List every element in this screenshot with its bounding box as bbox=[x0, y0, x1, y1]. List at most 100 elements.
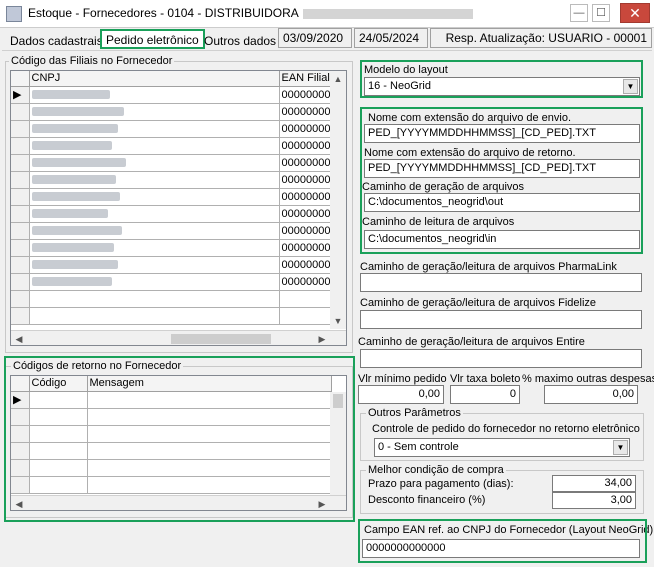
envio-field[interactable]: PED_[YYYYMMDDHHMMSS]_[CD_PED].TXT bbox=[364, 124, 640, 143]
column-header-mensagem[interactable]: Mensagem bbox=[87, 376, 332, 392]
table-row[interactable] bbox=[11, 442, 332, 460]
empty-cell[interactable] bbox=[11, 290, 30, 308]
row-header[interactable] bbox=[11, 205, 30, 223]
cnpj-cell[interactable] bbox=[29, 222, 280, 240]
row-header[interactable] bbox=[11, 459, 30, 477]
close-button[interactable]: ✕ bbox=[620, 3, 650, 23]
scroll-right-icon[interactable]: ▶ bbox=[314, 496, 330, 510]
table-row[interactable]: 000000000 bbox=[11, 205, 340, 223]
table-row[interactable]: ▶ 000000000 bbox=[11, 86, 340, 104]
desconto-field[interactable]: 3,00 bbox=[552, 492, 636, 509]
vlr-taxa-field[interactable]: 0 bbox=[450, 385, 520, 404]
table-row[interactable]: 000000000 bbox=[11, 188, 340, 206]
row-header[interactable] bbox=[11, 222, 30, 240]
codigo-cell[interactable] bbox=[29, 391, 88, 409]
row-header[interactable] bbox=[11, 171, 30, 189]
row-header[interactable] bbox=[11, 120, 30, 138]
table-row[interactable] bbox=[11, 290, 340, 308]
table-row[interactable] bbox=[11, 307, 340, 325]
mensagem-cell[interactable] bbox=[87, 408, 332, 426]
controle-select[interactable]: 0 - Sem controle ▼ bbox=[374, 438, 630, 457]
retorno-file-field[interactable]: PED_[YYYYMMDDHHMMSS]_[CD_PED].TXT bbox=[364, 159, 640, 178]
scroll-left-icon[interactable]: ◀ bbox=[11, 496, 27, 510]
table-row[interactable]: 000000000 bbox=[11, 256, 340, 274]
ean-field[interactable]: 0000000000000 bbox=[362, 539, 640, 558]
mensagem-cell[interactable] bbox=[87, 476, 332, 494]
column-header-cnpj[interactable]: CNPJ bbox=[29, 71, 280, 87]
cnpj-cell[interactable] bbox=[29, 256, 280, 274]
maximize-button[interactable]: ☐ bbox=[592, 4, 610, 22]
cnpj-cell[interactable] bbox=[29, 205, 280, 223]
cnpj-cell[interactable] bbox=[29, 239, 280, 257]
mensagem-cell[interactable] bbox=[87, 425, 332, 443]
pct-max-field[interactable]: 0,00 bbox=[544, 385, 638, 404]
row-header[interactable] bbox=[11, 476, 30, 494]
cnpj-cell[interactable] bbox=[29, 86, 280, 104]
minimize-button[interactable]: — bbox=[570, 4, 588, 22]
table-row[interactable]: ▶ bbox=[11, 391, 332, 409]
mensagem-cell[interactable] bbox=[87, 391, 332, 409]
row-header[interactable] bbox=[11, 256, 30, 274]
vscroll-thumb[interactable] bbox=[333, 394, 343, 408]
cnpj-cell[interactable] bbox=[29, 273, 280, 291]
table-row[interactable] bbox=[11, 425, 332, 443]
row-indicator-icon[interactable]: ▶ bbox=[11, 391, 30, 409]
scroll-left-icon[interactable]: ◀ bbox=[11, 331, 27, 345]
table-row[interactable]: 000000000 bbox=[11, 273, 340, 291]
mensagem-cell[interactable] bbox=[87, 442, 332, 460]
empty-cell[interactable] bbox=[11, 307, 30, 325]
retorno-hscroll[interactable]: ◀ ▶ bbox=[11, 495, 346, 510]
row-header[interactable] bbox=[11, 188, 30, 206]
retorno-vscroll[interactable] bbox=[330, 392, 346, 496]
entire-field[interactable] bbox=[360, 349, 642, 368]
empty-cell[interactable] bbox=[29, 290, 280, 308]
codigo-cell[interactable] bbox=[29, 425, 88, 443]
codigo-cell[interactable] bbox=[29, 459, 88, 477]
fidelize-field[interactable] bbox=[360, 310, 642, 329]
table-row[interactable] bbox=[11, 408, 332, 426]
cnpj-cell[interactable] bbox=[29, 137, 280, 155]
tab-outros-dados[interactable]: Outros dados bbox=[200, 32, 280, 50]
vlr-minimo-field[interactable]: 0,00 bbox=[358, 385, 444, 404]
scroll-down-icon[interactable]: ▼ bbox=[330, 313, 346, 329]
prazo-field[interactable]: 34,00 bbox=[552, 475, 636, 492]
tab-pedido-eletronico[interactable]: Pedido eletrônico bbox=[100, 29, 205, 49]
geracao-field[interactable]: C:\documentos_neogrid\out bbox=[364, 193, 640, 212]
chevron-down-icon[interactable]: ▼ bbox=[613, 440, 628, 455]
scroll-up-icon[interactable]: ▲ bbox=[330, 71, 346, 87]
cnpj-cell[interactable] bbox=[29, 103, 280, 121]
scroll-right-icon[interactable]: ▶ bbox=[314, 331, 330, 345]
mensagem-cell[interactable] bbox=[87, 459, 332, 477]
table-row[interactable]: 000000000 bbox=[11, 103, 340, 121]
row-header[interactable] bbox=[11, 273, 30, 291]
layout-select[interactable]: 16 - NeoGrid ▼ bbox=[364, 77, 640, 96]
pharmalink-field[interactable] bbox=[360, 273, 642, 292]
filiais-grid[interactable]: CNPJ EAN Filial ▶ 000000000 000000000 00000… bbox=[10, 70, 347, 346]
codigo-cell[interactable] bbox=[29, 476, 88, 494]
table-row[interactable]: 000000000 bbox=[11, 171, 340, 189]
filiais-vscroll[interactable]: ▲ ▼ bbox=[330, 71, 346, 329]
empty-cell[interactable] bbox=[29, 307, 280, 325]
chevron-down-icon[interactable]: ▼ bbox=[623, 79, 638, 94]
row-header[interactable] bbox=[11, 239, 30, 257]
cnpj-cell[interactable] bbox=[29, 120, 280, 138]
leitura-field[interactable]: C:\documentos_neogrid\in bbox=[364, 230, 640, 249]
cnpj-cell[interactable] bbox=[29, 188, 280, 206]
table-row[interactable] bbox=[11, 459, 332, 477]
row-header[interactable] bbox=[11, 425, 30, 443]
column-header-codigo[interactable]: Código bbox=[29, 376, 88, 392]
table-row[interactable]: 000000000 bbox=[11, 120, 340, 138]
table-row[interactable]: 000000000 bbox=[11, 137, 340, 155]
table-row[interactable]: 000000000 bbox=[11, 154, 340, 172]
row-header[interactable] bbox=[11, 408, 30, 426]
row-indicator-icon[interactable]: ▶ bbox=[11, 86, 30, 104]
row-header[interactable] bbox=[11, 442, 30, 460]
codigo-cell[interactable] bbox=[29, 442, 88, 460]
table-row[interactable]: 000000000 bbox=[11, 239, 340, 257]
row-header[interactable] bbox=[11, 154, 30, 172]
filiais-hscroll[interactable]: ◀ ▶ bbox=[11, 330, 346, 345]
table-row[interactable] bbox=[11, 476, 332, 494]
row-header[interactable] bbox=[11, 103, 30, 121]
tab-dados-cadastrais[interactable]: Dados cadastrais bbox=[6, 32, 107, 50]
retorno-grid[interactable]: Código Mensagem ▶ ◀ ▶ bbox=[10, 375, 347, 511]
